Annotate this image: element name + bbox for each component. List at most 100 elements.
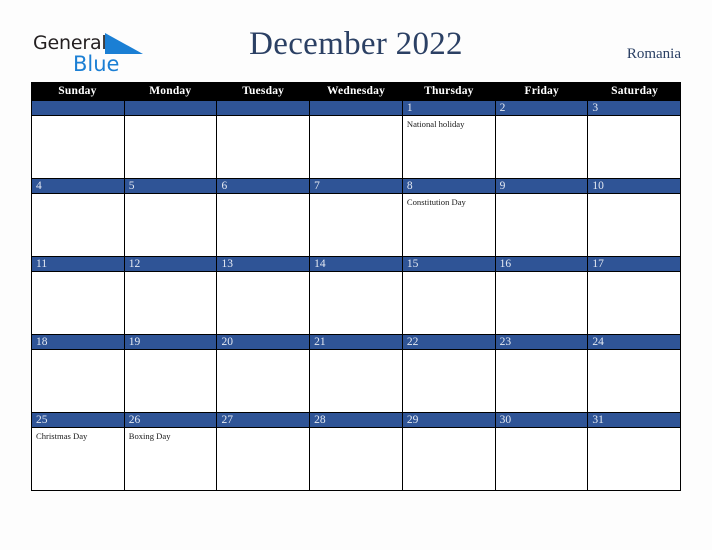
day-number: 17 [592, 258, 604, 270]
day-number: 30 [499, 414, 512, 426]
calendar-page: General Blue December 2022 Romania Sunda… [0, 0, 712, 550]
day-number: 20 [221, 336, 233, 348]
day-cell-26[interactable]: 26 Boxing Day [124, 413, 218, 490]
day-events [217, 428, 309, 431]
calendar-grid: Sunday Monday Tuesday Wednesday Thursday Frid… [31, 82, 681, 491]
day-number-bar: 17 [588, 257, 681, 272]
day-cell-5[interactable]: 5 [124, 179, 218, 256]
day-cell-30[interactable]: 30 [495, 413, 589, 490]
day-number-bar [124, 101, 217, 116]
day-cell-14[interactable]: 14 [310, 257, 403, 334]
day-number: 8 [406, 180, 413, 192]
day-number: 24 [592, 336, 604, 348]
day-number: 16 [499, 258, 512, 270]
day-number: 2 [499, 102, 506, 114]
calendar-week-row: 4 5 6 7 8 Constitution Day 9 10 [32, 179, 681, 257]
day-cell-21[interactable]: 21 [310, 335, 403, 412]
day-events [310, 428, 402, 431]
day-number-bar: 4 [32, 179, 124, 194]
day-number: 6 [221, 180, 228, 192]
day-number: 1 [406, 102, 413, 114]
day-number: 21 [314, 336, 326, 348]
day-events [32, 194, 124, 197]
day-cell-15[interactable]: 15 [402, 257, 496, 334]
weekday-header-wednesday: Wednesday [326, 85, 386, 97]
day-number: 25 [36, 414, 48, 426]
day-events [496, 428, 588, 431]
day-cell-7[interactable]: 7 [310, 179, 403, 256]
day-cell-8[interactable]: 8 Constitution Day [402, 179, 496, 256]
day-cell-2[interactable]: 2 [495, 101, 589, 178]
day-cell-empty [217, 101, 311, 178]
day-cell-11[interactable]: 11 [32, 257, 125, 334]
day-events [310, 350, 402, 353]
day-number: 10 [592, 180, 604, 192]
day-events [310, 272, 402, 275]
page-title: December 2022 [249, 26, 463, 62]
day-cell-31[interactable]: 31 [588, 413, 681, 490]
day-cell-17[interactable]: 17 [588, 257, 681, 334]
day-number-bar: 30 [495, 413, 588, 428]
day-number: 12 [128, 258, 141, 270]
day-cell-27[interactable]: 27 [217, 413, 311, 490]
day-cell-25[interactable]: 25 Christmas Day [32, 413, 125, 490]
day-cell-28[interactable]: 28 [310, 413, 403, 490]
day-number-bar: 7 [310, 179, 402, 194]
day-number: 18 [36, 336, 48, 348]
weekday-header-saturday: Saturday [611, 85, 659, 97]
day-cell-19[interactable]: 19 [124, 335, 218, 412]
country-label: Romania [626, 46, 681, 62]
day-cell-4[interactable]: 4 [32, 179, 125, 256]
calendar-week-row: 11 12 13 14 15 16 17 [32, 257, 681, 335]
day-cell-empty [310, 101, 403, 178]
day-cell-9[interactable]: 9 [495, 179, 589, 256]
day-number-bar: 6 [217, 179, 310, 194]
day-events [588, 428, 680, 431]
day-number-bar: 28 [310, 413, 402, 428]
day-events [217, 116, 309, 119]
day-events: Constitution Day [403, 194, 495, 208]
day-number: 23 [499, 336, 512, 348]
day-events [310, 116, 402, 119]
day-cell-1[interactable]: 1 National holiday [402, 101, 496, 178]
day-cell-13[interactable]: 13 [217, 257, 311, 334]
day-events [125, 350, 217, 353]
day-number-bar: 16 [495, 257, 588, 272]
day-cell-6[interactable]: 6 [217, 179, 311, 256]
day-events: National holiday [403, 116, 495, 130]
calendar-week-row: 18 19 20 21 22 23 24 [32, 335, 681, 413]
day-number: 5 [128, 180, 135, 192]
day-number: 29 [406, 414, 419, 426]
day-number: 7 [314, 180, 320, 192]
day-cell-18[interactable]: 18 [32, 335, 125, 412]
weekday-header-friday: Friday [524, 85, 559, 97]
day-cell-29[interactable]: 29 [402, 413, 496, 490]
day-number: 19 [128, 336, 141, 348]
day-events [32, 272, 124, 275]
day-number-bar: 20 [217, 335, 310, 350]
day-events [496, 194, 588, 197]
day-cell-empty [124, 101, 218, 178]
day-number-bar [217, 101, 310, 116]
day-events [496, 272, 588, 275]
day-number: 27 [221, 414, 233, 426]
day-events [496, 350, 588, 353]
day-cell-12[interactable]: 12 [124, 257, 218, 334]
calendar-week-row: 1 National holiday 2 3 [32, 101, 681, 179]
holiday-label: National holiday [406, 119, 465, 129]
day-cell-24[interactable]: 24 [588, 335, 681, 412]
day-events [403, 350, 495, 353]
day-cell-23[interactable]: 23 [495, 335, 589, 412]
day-cell-10[interactable]: 10 [588, 179, 681, 256]
day-events [588, 350, 680, 353]
day-events [403, 428, 495, 431]
day-number-bar: 5 [124, 179, 217, 194]
day-number-bar: 15 [402, 257, 495, 272]
day-cell-3[interactable]: 3 [588, 101, 681, 178]
day-events: Boxing Day [125, 428, 217, 442]
weekday-header-row: Sunday Monday Tuesday Wednesday Thursday Frid… [31, 82, 681, 101]
day-cell-20[interactable]: 20 [217, 335, 311, 412]
day-cell-22[interactable]: 22 [402, 335, 496, 412]
day-cell-16[interactable]: 16 [495, 257, 589, 334]
day-number-bar: 26 [124, 413, 217, 428]
